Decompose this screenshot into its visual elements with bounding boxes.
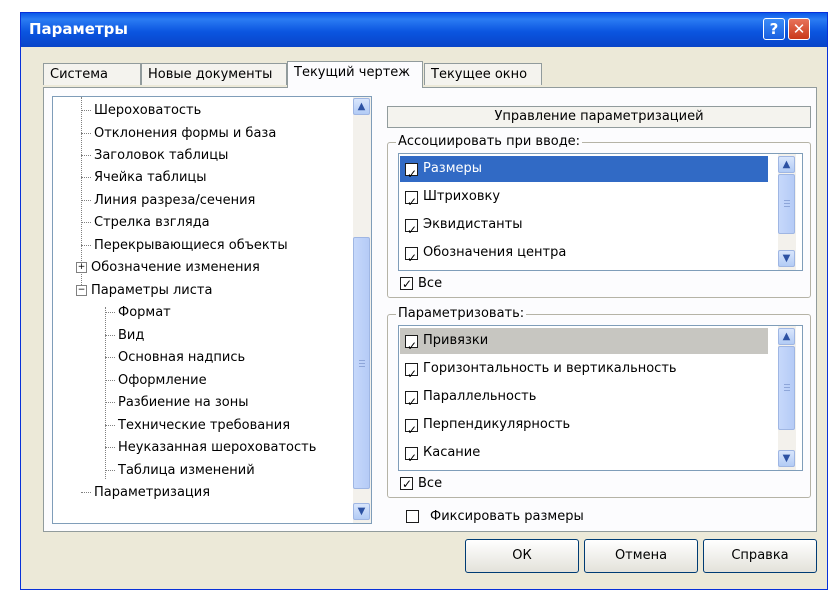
- checkbox-unchecked-icon[interactable]: [406, 510, 419, 523]
- checkbox-checked-icon[interactable]: [400, 475, 413, 493]
- parametrize-group-label: Параметризовать:: [396, 306, 527, 322]
- scroll-down-icon[interactable]: ▼: [353, 503, 370, 520]
- list-item[interactable]: Горизонтальность и вертикальность: [400, 356, 768, 387]
- tab-current-drawing[interactable]: Текущий чертеж: [287, 61, 423, 88]
- scroll-up-icon[interactable]: ▲: [778, 328, 795, 345]
- checkbox-checked-icon[interactable]: [405, 161, 418, 187]
- help-title-button[interactable]: ?: [763, 18, 785, 40]
- tree-item[interactable]: − Параметры листа: [76, 281, 212, 301]
- checkbox-checked-icon[interactable]: [400, 275, 413, 293]
- list-item[interactable]: Перпендикулярность: [400, 412, 768, 443]
- tree-item[interactable]: Заголовок таблицы: [81, 146, 228, 166]
- list-item[interactable]: Размеры: [400, 156, 768, 187]
- associate-scrollbar[interactable]: ▲ ▼: [778, 154, 796, 270]
- tab-system[interactable]: Система: [43, 63, 141, 85]
- associate-group-label: Ассоциировать при вводе:: [396, 134, 583, 150]
- tab-panel: Шероховатость Отклонения формы и база За…: [43, 87, 817, 532]
- tree-item[interactable]: + Обозначение изменения: [76, 258, 260, 278]
- checkbox-checked-icon[interactable]: [405, 245, 418, 270]
- collapse-minus-icon[interactable]: −: [76, 285, 87, 296]
- scroll-thumb[interactable]: [778, 346, 795, 430]
- tree-item[interactable]: Разбиение на зоны: [105, 393, 249, 413]
- tree-item-parametrization[interactable]: Параметризация: [81, 483, 210, 503]
- tree-item[interactable]: Перекрывающиеся объекты: [81, 236, 288, 256]
- cancel-button[interactable]: Отмена: [584, 539, 698, 573]
- scroll-thumb[interactable]: [353, 237, 370, 489]
- checkbox-checked-icon[interactable]: [405, 333, 418, 359]
- section-title: Управление параметризацией: [387, 106, 811, 128]
- tree-item[interactable]: Ячейка таблицы: [81, 168, 207, 188]
- list-item[interactable]: Параллельность: [400, 384, 768, 415]
- checkbox-checked-icon[interactable]: [405, 189, 418, 215]
- tree-item[interactable]: Отклонения формы и база: [81, 124, 276, 144]
- help-button[interactable]: Справка: [703, 539, 817, 573]
- title-bar[interactable]: Параметры ? ✕: [21, 13, 827, 47]
- scroll-down-icon[interactable]: ▼: [778, 450, 795, 467]
- tree-item[interactable]: Стрелка взгляда: [81, 213, 210, 233]
- tree-item[interactable]: Шероховатость: [81, 101, 201, 121]
- associate-group: Ассоциировать при вводе: Размеры Штрихов…: [387, 134, 811, 298]
- checkbox-checked-icon[interactable]: [405, 389, 418, 415]
- scroll-up-icon[interactable]: ▲: [778, 156, 795, 173]
- parametrize-group: Параметризовать: Привязки Горизонтальнос…: [387, 306, 811, 498]
- checkbox-checked-icon[interactable]: [405, 417, 418, 443]
- tree-item[interactable]: Неуказанная шероховатость: [105, 438, 316, 458]
- tree-item[interactable]: Технические требования: [105, 416, 290, 436]
- tree-item[interactable]: Линия разреза/сечения: [81, 191, 255, 211]
- tree-item[interactable]: Таблица изменений: [105, 461, 255, 481]
- ok-button[interactable]: ОК: [465, 539, 579, 573]
- scroll-up-icon[interactable]: ▲: [353, 98, 370, 115]
- checkbox-checked-icon[interactable]: [405, 445, 418, 470]
- close-button[interactable]: ✕: [788, 18, 810, 40]
- tree-scrollbar[interactable]: ▲ ▼: [353, 97, 371, 523]
- parametrize-list[interactable]: Привязки Горизонтальность и вертикальнос…: [398, 325, 803, 471]
- parametrize-scrollbar[interactable]: ▲ ▼: [778, 326, 796, 470]
- tree-item[interactable]: Основная надпись: [105, 348, 245, 368]
- list-item[interactable]: Привязки: [400, 328, 768, 359]
- window-title: Параметры: [29, 20, 128, 38]
- checkbox-checked-icon[interactable]: [405, 217, 418, 243]
- associate-list[interactable]: Размеры Штриховку Эквидистанты Обозначен…: [398, 153, 803, 271]
- tree-item[interactable]: Формат: [105, 303, 171, 323]
- list-item[interactable]: Касание: [400, 440, 768, 470]
- parameters-dialog: Параметры ? ✕ Система Новые документы Те…: [20, 12, 828, 590]
- checkbox-checked-icon[interactable]: [405, 361, 418, 387]
- scroll-down-icon[interactable]: ▼: [778, 250, 795, 267]
- tree-item[interactable]: Вид: [105, 326, 144, 346]
- list-item[interactable]: Обозначения центра: [400, 240, 768, 270]
- tab-current-window[interactable]: Текущее окно: [424, 63, 542, 85]
- list-item[interactable]: Штриховку: [400, 184, 768, 215]
- expand-plus-icon[interactable]: +: [76, 262, 87, 273]
- settings-tree[interactable]: Шероховатость Отклонения формы и база За…: [52, 96, 372, 524]
- tree-item[interactable]: Оформление: [105, 371, 207, 391]
- list-item[interactable]: Эквидистанты: [400, 212, 768, 243]
- tab-new-documents[interactable]: Новые документы: [141, 63, 287, 85]
- scroll-thumb[interactable]: [778, 174, 795, 234]
